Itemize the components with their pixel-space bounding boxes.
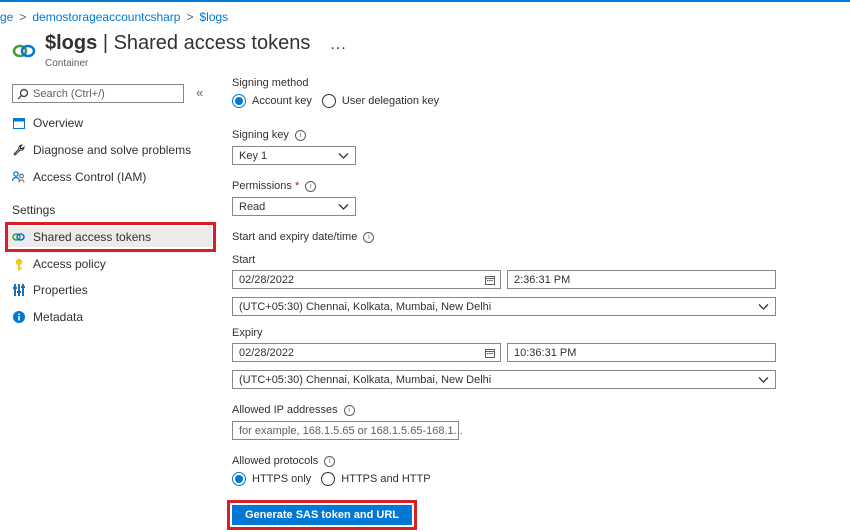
signing-method-label: Signing method — [232, 77, 309, 89]
allowed-protocols-label: Allowed protocols i — [232, 455, 336, 467]
radio-account-key[interactable] — [232, 94, 246, 108]
expiry-label: Expiry — [232, 327, 263, 339]
allowed-ip-input[interactable]: for example, 168.1.5.65 or 168.1.5.65-16… — [232, 421, 463, 440]
allowed-ip-label-text: Allowed IP addresses — [232, 404, 338, 416]
start-date-input[interactable]: 02/28/2022 — [232, 270, 501, 289]
start-time-input[interactable]: 2:36:31 PM — [507, 270, 776, 289]
chevron-down-icon — [338, 204, 349, 210]
sidebar-item-label: Overview — [33, 116, 84, 130]
calendar-icon[interactable] — [485, 348, 495, 358]
search-placeholder: Search (Ctrl+/) — [33, 88, 105, 100]
signing-key-label-text: Signing key — [232, 129, 289, 141]
sidebar-item-properties[interactable]: Properties — [12, 280, 88, 300]
start-label: Start — [232, 254, 256, 266]
info-icon[interactable]: i — [343, 405, 355, 416]
page-subtitle: Container — [45, 58, 89, 69]
search-icon — [17, 88, 29, 100]
permissions-label-text: Permissions — [232, 180, 292, 192]
sidebar-item-access-control[interactable]: Access Control (IAM) — [12, 167, 146, 187]
page-title-container: $logs — [45, 32, 98, 54]
page-title: $logs | Shared access tokens... — [45, 32, 347, 55]
sidebar-item-overview[interactable]: Overview — [12, 113, 83, 133]
calendar-icon[interactable] — [485, 275, 495, 285]
key-icon — [12, 258, 25, 271]
sidebar-search-input[interactable]: Search (Ctrl+/) — [12, 84, 184, 103]
collapse-sidebar-button[interactable]: « — [196, 85, 203, 100]
date-section-label-text: Start and expiry date/time — [232, 231, 358, 243]
expiry-time-input[interactable]: 10:36:31 PM — [507, 343, 776, 362]
signing-method-radio-group: Account key User delegation key — [232, 94, 439, 108]
permissions-label: Permissions * i — [232, 180, 317, 192]
radio-https-and-http-label: HTTPS and HTTP — [341, 473, 431, 485]
top-accent-line — [0, 0, 850, 2]
required-mark: * — [294, 180, 300, 192]
signing-key-value: Key 1 — [239, 150, 268, 162]
radio-https-only[interactable] — [232, 472, 246, 486]
breadcrumb-container-link[interactable]: $logs — [199, 10, 228, 24]
signing-key-label: Signing key i — [232, 129, 306, 141]
people-icon — [12, 171, 25, 184]
signing-key-dropdown[interactable]: Key 1 — [232, 146, 356, 165]
highlight-box-sidebar — [5, 222, 216, 252]
sidebar-item-label: Access Control (IAM) — [33, 170, 147, 184]
protocols-radio-group: HTTPS only HTTPS and HTTP — [232, 472, 431, 486]
info-icon — [12, 311, 25, 324]
info-icon[interactable]: i — [363, 232, 375, 243]
radio-https-and-http[interactable] — [321, 472, 336, 486]
chevron-down-icon — [758, 377, 769, 383]
breadcrumb: ge > demostorageaccountcsharp > $logs — [0, 10, 228, 24]
expiry-timezone-dropdown[interactable]: (UTC+05:30) Chennai, Kolkata, Mumbai, Ne… — [232, 370, 776, 389]
more-options-button[interactable]: ... — [330, 36, 346, 53]
sidebar-item-label: Diagnose and solve problems — [33, 143, 192, 157]
start-date-value: 02/28/2022 — [239, 274, 295, 286]
date-section-label: Start and expiry date/time i — [232, 231, 375, 243]
chevron-down-icon — [338, 153, 349, 159]
permissions-dropdown[interactable]: Read — [232, 197, 356, 216]
allowed-ip-placeholder: for example, 168.1.5.65 or 168.1.5.65-16… — [239, 425, 463, 437]
start-timezone-dropdown[interactable]: (UTC+05:30) Chennai, Kolkata, Mumbai, Ne… — [232, 297, 776, 316]
start-timezone-value: (UTC+05:30) Chennai, Kolkata, Mumbai, Ne… — [239, 301, 492, 313]
sidebar-item-access-policy[interactable]: Access policy — [12, 254, 106, 274]
allowed-protocols-label-text: Allowed protocols — [232, 455, 319, 467]
info-icon[interactable]: i — [305, 181, 317, 192]
allowed-ip-label: Allowed IP addresses i — [232, 404, 355, 416]
chevron-down-icon — [758, 304, 769, 310]
breadcrumb-separator: > — [186, 10, 194, 24]
sidebar-item-diagnose[interactable]: Diagnose and solve problems — [12, 140, 191, 160]
radio-user-delegation-key[interactable] — [321, 94, 336, 108]
sidebar-item-metadata[interactable]: Metadata — [12, 307, 83, 327]
expiry-date-input[interactable]: 02/28/2022 — [232, 343, 501, 362]
sidebar-section-settings: Settings — [12, 203, 56, 217]
sidebar-item-label: Access policy — [33, 257, 106, 271]
wrench-icon — [12, 144, 25, 157]
highlight-box-generate — [227, 500, 417, 530]
breadcrumb-separator: > — [19, 10, 27, 24]
radio-account-key-label: Account key — [252, 95, 312, 107]
page-title-blade: | Shared access tokens — [102, 32, 311, 54]
radio-user-delegation-key-label: User delegation key — [341, 95, 440, 107]
expiry-timezone-value: (UTC+05:30) Chennai, Kolkata, Mumbai, Ne… — [239, 374, 492, 386]
expiry-time-value: 10:36:31 PM — [514, 347, 577, 359]
start-time-value: 2:36:31 PM — [514, 274, 571, 286]
radio-https-only-label: HTTPS only — [252, 473, 312, 485]
properties-icon — [12, 284, 25, 297]
overview-icon — [12, 117, 25, 130]
sidebar-item-label: Metadata — [33, 310, 84, 324]
sidebar-item-label: Properties — [33, 283, 88, 297]
breadcrumb-account-link[interactable]: demostorageaccountcsharp — [32, 10, 180, 24]
permissions-value: Read — [239, 201, 266, 213]
container-link-icon — [12, 44, 36, 58]
expiry-date-value: 02/28/2022 — [239, 347, 295, 359]
info-icon[interactable]: i — [294, 130, 306, 141]
breadcrumb-storage-link[interactable]: ge — [0, 10, 13, 24]
info-icon[interactable]: i — [324, 456, 336, 467]
